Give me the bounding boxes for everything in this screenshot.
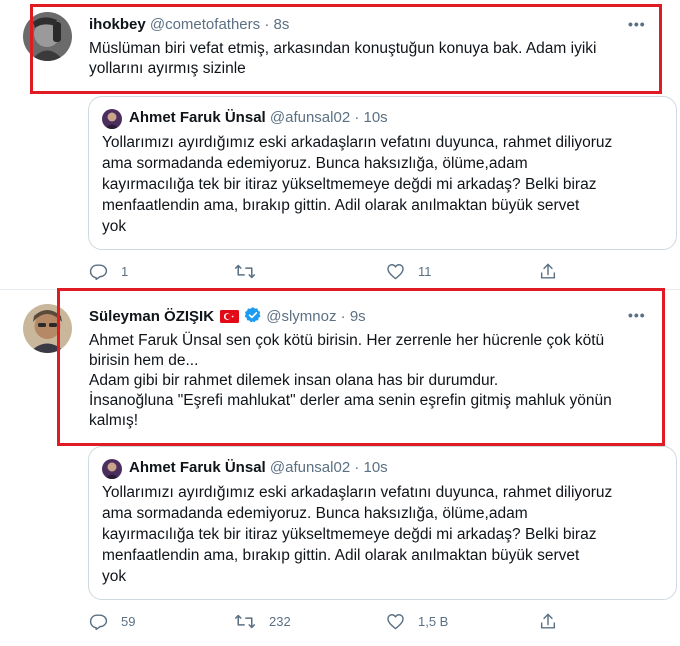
share-button[interactable] (539, 260, 557, 282)
quoted-text-line: Yollarımızı ayırdığımız eski arkadaşları… (102, 484, 613, 501)
quoted-text-line: kayırmacılığa tek bir itiraz yükseltmeme… (102, 176, 597, 193)
separator: · (354, 459, 360, 476)
tweet-actions: 1 11 (89, 260, 569, 282)
quoted-text-line: Yollarımızı ayırdığımız eski arkadaşları… (102, 134, 613, 151)
heart-icon (386, 262, 405, 281)
like-button[interactable]: 11 (386, 260, 432, 282)
separator: · (354, 109, 360, 126)
share-button[interactable] (539, 610, 557, 632)
like-count: 1,5 B (418, 613, 449, 629)
quoted-tweet[interactable]: Ahmet Faruk Ünsal @afunsal02 · 10s Yolla… (88, 446, 677, 600)
retweet-icon (234, 262, 256, 281)
reply-count: 59 (121, 613, 136, 629)
quoted-text-line: yok (102, 218, 127, 235)
like-count: 11 (418, 263, 432, 279)
reply-icon (89, 612, 108, 631)
reply-button[interactable]: 1 (89, 260, 128, 282)
quoted-display-name: Ahmet Faruk Ünsal (129, 459, 266, 476)
quoted-timestamp: 10s (363, 459, 388, 476)
quoted-tweet-text: Yollarımızı ayırdığımız eski arkadaşları… (102, 132, 612, 237)
retweet-button[interactable]: 232 (234, 610, 291, 632)
quoted-text-line: menfaatlendin ama, bırakıp gittin. Adil … (102, 197, 580, 214)
quoted-user-avatar (102, 109, 122, 129)
quoted-tweet-header: Ahmet Faruk Ünsal @afunsal02 · 10s (129, 458, 388, 478)
reply-count: 1 (121, 263, 129, 279)
quoted-display-name: Ahmet Faruk Ünsal (129, 109, 266, 126)
retweet-button[interactable] (234, 260, 256, 282)
tweet-actions: 59 232 1,5 B (89, 610, 569, 632)
reply-icon (89, 262, 108, 281)
quoted-user-avatar (102, 459, 122, 479)
retweet-icon (234, 612, 256, 631)
retweet-count: 232 (269, 613, 291, 629)
quoted-text-line: yok (102, 568, 127, 585)
highlight-box (57, 288, 665, 446)
share-icon (539, 262, 557, 281)
highlight-box (30, 4, 662, 94)
reply-button[interactable]: 59 (89, 610, 135, 632)
quoted-tweet-text: Yollarımızı ayırdığımız eski arkadaşları… (102, 482, 612, 587)
quoted-tweet[interactable]: Ahmet Faruk Ünsal @afunsal02 · 10s Yolla… (88, 96, 677, 250)
quoted-user-handle: @afunsal02 (269, 459, 351, 476)
quoted-timestamp: 10s (363, 109, 388, 126)
quoted-text-line: ama sormadanda edemiyoruz. Bunca haksızl… (102, 155, 528, 172)
quoted-text-line: ama sormadanda edemiyoruz. Bunca haksızl… (102, 505, 528, 522)
quoted-tweet-header: Ahmet Faruk Ünsal @afunsal02 · 10s (129, 108, 388, 128)
quoted-text-line: kayırmacılığa tek bir itiraz yükseltmeme… (102, 526, 597, 543)
like-button[interactable]: 1,5 B (386, 610, 448, 632)
share-icon (539, 612, 557, 631)
quoted-text-line: menfaatlendin ama, bırakıp gittin. Adil … (102, 547, 580, 564)
quoted-user-handle: @afunsal02 (269, 109, 351, 126)
heart-icon (386, 612, 405, 631)
